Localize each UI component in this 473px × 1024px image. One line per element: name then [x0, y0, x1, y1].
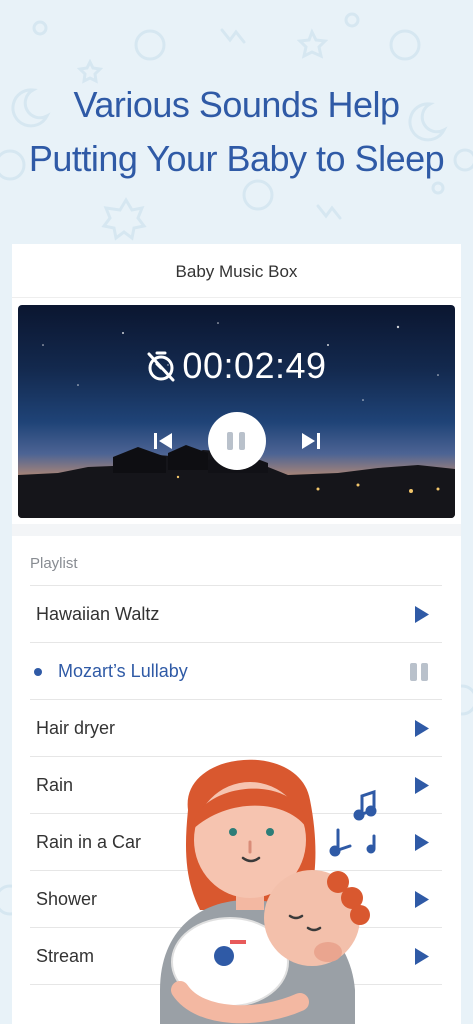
music-notes-icon: [329, 789, 377, 857]
timer-value: 00:02:49: [182, 345, 327, 386]
play-icon[interactable]: [414, 890, 430, 909]
pause-icon-bar: [410, 663, 417, 681]
play-icon[interactable]: [414, 719, 430, 738]
list-item-label: Hair dryer: [36, 718, 116, 738]
playlist-header: Playlist: [30, 550, 442, 586]
play-icon[interactable]: [414, 776, 430, 795]
play-icon[interactable]: [414, 833, 430, 852]
list-item-label: Hawaiian Waltz: [36, 604, 160, 624]
pause-icon: [227, 432, 233, 450]
skip-next-icon[interactable]: [300, 430, 322, 452]
skip-previous-icon[interactable]: [152, 430, 174, 452]
play-icon[interactable]: [414, 605, 430, 624]
pause-button[interactable]: [208, 412, 266, 470]
pause-icon[interactable]: [410, 663, 430, 681]
headline-line-2: Putting Your Baby to Sleep: [28, 138, 445, 179]
section-divider: [12, 524, 461, 536]
now-playing-dot: [34, 668, 42, 676]
pause-icon-bar: [239, 432, 245, 450]
list-item-label: Mozart’s Lullaby: [58, 661, 188, 681]
list-item-label: Rain in a Car: [36, 832, 142, 852]
app-title: Baby Music Box: [12, 244, 461, 298]
headline-line-1: Various Sounds Help: [73, 84, 400, 125]
list-item-label: Stream: [36, 946, 95, 966]
player: 00:02:49: [18, 305, 455, 518]
timer-display: 00:02:49: [18, 345, 455, 392]
list-item[interactable]: Hawaiian Waltz: [30, 586, 442, 643]
timer-off-icon[interactable]: [146, 349, 176, 392]
list-item-active[interactable]: Mozart’s Lullaby: [30, 643, 442, 700]
pause-icon-bar: [421, 663, 428, 681]
player-controls: [18, 412, 455, 472]
list-item-label: Rain: [36, 775, 74, 795]
headline: Various Sounds Help Putting Your Baby to…: [0, 78, 473, 186]
list-item-label: Shower: [36, 889, 98, 909]
play-icon[interactable]: [414, 947, 430, 966]
mother-baby-illustration: [160, 759, 377, 1024]
